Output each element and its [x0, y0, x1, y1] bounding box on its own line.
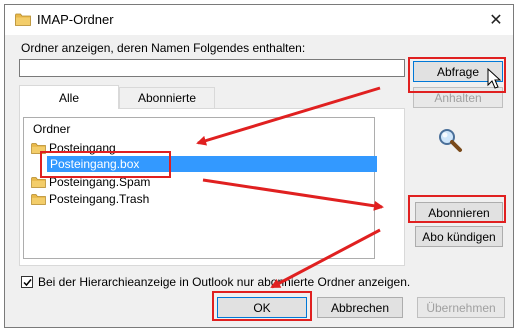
apply-button[interactable]: Übernehmen	[417, 297, 505, 318]
close-icon: ✕	[489, 12, 503, 29]
close-button[interactable]: ✕	[485, 9, 507, 31]
tab-all[interactable]: Alle	[19, 85, 119, 109]
cancel-button[interactable]: Abbrechen	[317, 297, 403, 318]
tab-subscribed[interactable]: Abonnierte	[119, 87, 215, 108]
hierarchy-checkbox[interactable]	[21, 276, 33, 288]
hierarchy-checkbox-label: Bei der Hierarchieanzeige in Outlook nur…	[38, 275, 411, 289]
folder-icon	[31, 193, 46, 205]
mouse-cursor-icon	[487, 68, 502, 89]
folder-icon	[31, 176, 46, 188]
highlight-selected-folder	[40, 151, 171, 178]
filter-input[interactable]	[19, 59, 405, 77]
folder-icon	[15, 13, 31, 26]
magnifier-icon	[439, 129, 462, 152]
unsubscribe-button[interactable]: Abo kündigen	[415, 226, 503, 247]
title-bar: IMAP-Ordner ✕	[5, 5, 513, 35]
tree-item-label: Posteingang.Trash	[49, 192, 150, 206]
window-title: IMAP-Ordner	[37, 12, 114, 27]
tree-header: Ordner	[33, 122, 71, 136]
folder-tree[interactable]: Ordner Posteingang Posteingang.box Poste…	[23, 117, 377, 259]
checkmark-icon	[22, 278, 32, 286]
hierarchy-option[interactable]: Bei der Hierarchieanzeige in Outlook nur…	[21, 275, 410, 289]
highlight-subscribe-button	[408, 195, 506, 223]
filter-label: Ordner anzeigen, deren Namen Folgendes e…	[21, 41, 306, 55]
highlight-ok-button	[212, 291, 312, 321]
tree-item-posteingang-trash[interactable]: Posteingang.Trash	[31, 191, 149, 207]
